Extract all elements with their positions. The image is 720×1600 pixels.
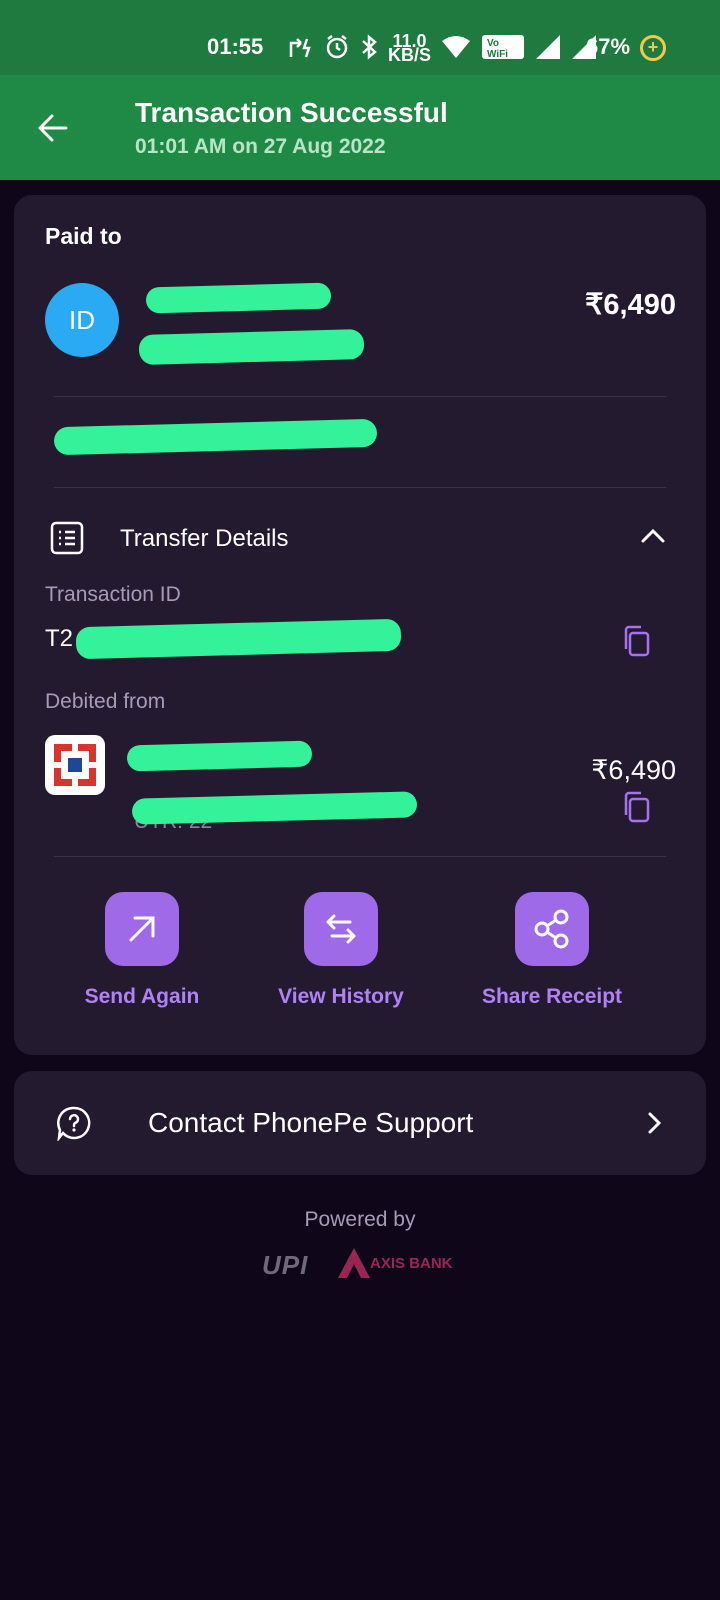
- copy-transaction-id-icon[interactable]: [621, 625, 651, 657]
- divider: [54, 487, 666, 488]
- copy-utr-icon[interactable]: [621, 791, 651, 823]
- volte-wifi-icon: Vo WiFi: [481, 34, 525, 65]
- svg-text:Vo: Vo: [487, 38, 499, 49]
- status-time: 01:55: [207, 34, 264, 59]
- transaction-id-redaction: [75, 618, 402, 660]
- header: Transaction Successful 01:01 AM on 27 Au…: [0, 75, 720, 180]
- chevron-right-icon: [640, 1109, 668, 1137]
- payee-upi-redaction: [138, 329, 365, 365]
- paid-to-label: Paid to: [45, 223, 122, 249]
- arrow-up-right-icon: [129, 916, 155, 942]
- share-receipt-label[interactable]: Share Receipt: [452, 985, 652, 1009]
- battery-saver-icon: +: [640, 35, 666, 61]
- wifi-icon: [441, 35, 471, 64]
- send-again-button[interactable]: [105, 892, 179, 966]
- send-again-label[interactable]: Send Again: [42, 985, 242, 1009]
- utr-redaction: [131, 791, 418, 825]
- page-title: Transaction Successful: [135, 97, 448, 128]
- payee-avatar: ID: [45, 283, 119, 357]
- transaction-id-label: Transaction ID: [45, 583, 181, 606]
- debited-amount: ₹6,490: [591, 755, 676, 785]
- swap-arrows-icon: [326, 914, 356, 944]
- contact-support-label: Contact PhonePe Support: [148, 1107, 474, 1138]
- bank-name: AXIS BANK: [370, 1255, 453, 1272]
- net-speed: 11.0 KB/S: [388, 32, 432, 65]
- view-history-button[interactable]: [304, 892, 378, 966]
- upi-logo: UPI: [262, 1250, 309, 1280]
- debited-from-label: Debited from: [45, 690, 166, 713]
- chevron-up-icon[interactable]: [638, 521, 668, 551]
- net-speed-unit: KB/S: [388, 44, 432, 65]
- receipt-list-icon: [50, 521, 84, 555]
- payee-name-redaction: [145, 282, 332, 314]
- transfer-details-label[interactable]: Transfer Details: [120, 525, 289, 553]
- help-question-icon: [56, 1105, 92, 1143]
- powered-by-label: Powered by: [304, 1208, 416, 1231]
- svg-text:WiFi: WiFi: [487, 49, 508, 60]
- transaction-timestamp: 01:01 AM on 27 Aug 2022: [135, 135, 386, 158]
- paid-amount: ₹6,490: [584, 289, 676, 321]
- view-history-label[interactable]: View History: [241, 985, 441, 1009]
- transaction-id-value: T2: [45, 625, 74, 652]
- divider: [54, 396, 666, 397]
- share-receipt-button[interactable]: [515, 892, 589, 966]
- contact-support-button[interactable]: Contact PhonePe Support: [14, 1071, 706, 1175]
- axis-bank-logo-icon: [336, 1246, 372, 1280]
- bank-logo: [45, 735, 105, 795]
- bluetooth-icon: [360, 34, 378, 65]
- status-bar: 01:55 11.0 KB/S Vo WiFi 67% +: [0, 0, 720, 75]
- banking-name-redaction: [53, 418, 378, 456]
- transaction-card: Paid to ID ₹6,490 Transfer Details Trans…: [14, 195, 706, 1055]
- divider: [54, 856, 666, 857]
- signal-icon-1: [535, 34, 561, 65]
- share-icon: [534, 909, 569, 949]
- network-activity-icon: [288, 35, 314, 64]
- alarm-icon: [324, 34, 350, 65]
- account-name-redaction: [126, 740, 313, 772]
- back-arrow-icon[interactable]: [34, 109, 72, 147]
- status-icons: 11.0 KB/S Vo WiFi: [288, 32, 597, 65]
- battery-percent: 67%: [586, 34, 631, 59]
